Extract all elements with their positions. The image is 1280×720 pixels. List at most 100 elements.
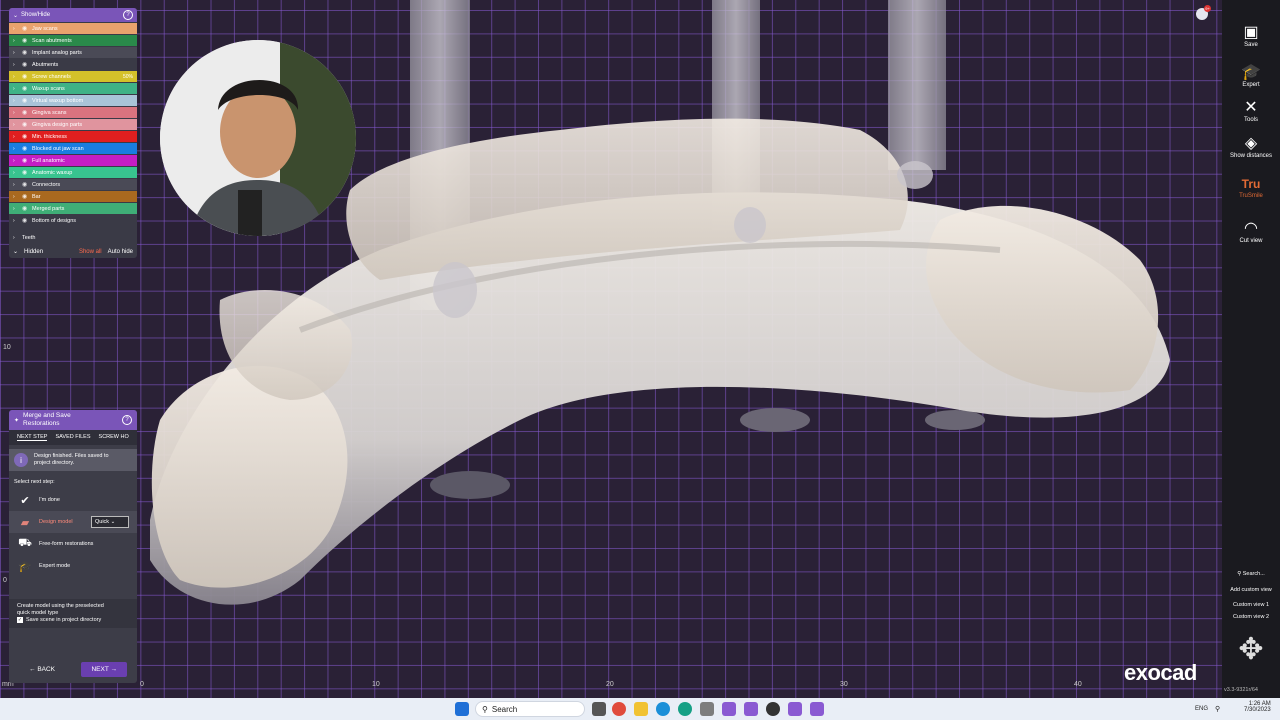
chevron-right-icon[interactable]: › [13, 74, 19, 80]
chevron-down-icon[interactable]: ⌄ [13, 248, 18, 255]
layer-row[interactable]: › ◉ Anatomic waxup [9, 167, 137, 178]
layer-row[interactable]: › ◉ Gingiva scans [9, 107, 137, 118]
chrome-icon[interactable] [612, 702, 626, 716]
chevron-right-icon[interactable]: › [13, 182, 19, 188]
layer-row[interactable]: › ◉ Bottom of designs [9, 215, 137, 226]
layer-row[interactable]: › ◉ Connectors [9, 179, 137, 190]
show-all-button[interactable]: Show all [79, 249, 102, 255]
layer-row[interactable]: › ◉ Implant analog parts [9, 47, 137, 58]
step-design-model[interactable]: ▰ Design model Quick ⌄ [9, 511, 137, 533]
eye-icon[interactable]: ◉ [22, 133, 29, 140]
app-icon[interactable] [656, 702, 670, 716]
obs-icon[interactable] [766, 702, 780, 716]
taskbar-search[interactable]: ⚲ Search [475, 701, 585, 717]
show-distances-button[interactable]: ◈ Show distances [1222, 135, 1280, 159]
next-button[interactable]: NEXT → [81, 662, 127, 677]
task-view-icon[interactable] [592, 702, 606, 716]
expert-button[interactable]: 🎓 Expert [1222, 64, 1280, 88]
tab-next-step[interactable]: NEXT STEP [17, 434, 48, 441]
eye-icon[interactable]: ◉ [22, 205, 29, 212]
trusmile-button[interactable]: Tru TruSmile [1222, 175, 1280, 199]
network-icon[interactable]: ⚲ [1215, 705, 1220, 713]
layer-row[interactable]: › ◉ Gingiva design parts [9, 119, 137, 130]
eye-icon[interactable]: ◉ [22, 109, 29, 116]
chevron-right-icon[interactable]: › [13, 158, 19, 164]
app-icon[interactable] [700, 702, 714, 716]
custom-view-1-button[interactable]: Custom view 1 [1222, 602, 1280, 608]
file-explorer-icon[interactable] [634, 702, 648, 716]
eye-icon[interactable]: ◉ [22, 181, 29, 188]
cut-view-button[interactable]: ◠ Cut view [1222, 220, 1280, 244]
opacity-value[interactable]: 50% [123, 74, 133, 80]
help-icon[interactable]: ? [123, 10, 133, 20]
back-button[interactable]: ← BACK [19, 662, 65, 677]
help-icon[interactable]: ? [122, 415, 132, 425]
chevron-right-icon[interactable]: › [13, 218, 19, 224]
exocad-app-icon[interactable] [788, 702, 802, 716]
layer-row[interactable]: › ◉ Blocked out jaw scan [9, 143, 137, 154]
eye-icon[interactable]: ◉ [22, 145, 29, 152]
chevron-right-icon[interactable]: › [13, 98, 19, 104]
chevron-right-icon[interactable]: › [13, 146, 19, 152]
tab-screw-holes[interactable]: SCREW HO [99, 434, 129, 441]
notification-avatar[interactable]: 9+ [1196, 5, 1211, 20]
chevron-right-icon[interactable]: › [13, 38, 19, 44]
step-expert-mode[interactable]: 🎓 Expert mode [9, 555, 137, 577]
layer-row[interactable]: › ◉ Abutments [9, 59, 137, 70]
chevron-right-icon[interactable]: › [13, 26, 19, 32]
view-cube-icon[interactable]: ✥ [1222, 632, 1280, 667]
layer-row[interactable]: › ◉ Virtual waxup bottom [9, 95, 137, 106]
start-icon[interactable] [455, 702, 469, 716]
layer-row[interactable]: › ◉ Waxup scans [9, 83, 137, 94]
eye-icon[interactable]: ◉ [22, 193, 29, 200]
edge-icon[interactable] [678, 702, 692, 716]
eye-icon[interactable]: ◉ [22, 73, 29, 80]
tools-button[interactable]: ✕ Tools [1222, 99, 1280, 123]
layer-row[interactable]: › ◉ Merged parts [9, 203, 137, 214]
layer-row[interactable]: › ◉ Full anatomic [9, 155, 137, 166]
eye-icon[interactable]: ◉ [22, 85, 29, 92]
eye-icon[interactable]: ◉ [22, 157, 29, 164]
custom-view-2-button[interactable]: Custom view 2 [1222, 614, 1280, 620]
language-indicator[interactable]: ENG [1195, 706, 1208, 712]
chevron-right-icon[interactable]: › [13, 235, 19, 241]
exocad-app-icon[interactable] [810, 702, 824, 716]
eye-icon[interactable]: ◉ [22, 25, 29, 32]
chevron-right-icon[interactable]: › [13, 170, 19, 176]
chevron-right-icon[interactable]: › [13, 110, 19, 116]
eye-icon[interactable]: ◉ [22, 37, 29, 44]
chevron-right-icon[interactable]: › [13, 122, 19, 128]
clock[interactable]: 1:26 AM 7/30/2023 [1244, 701, 1271, 713]
model-type-select[interactable]: Quick ⌄ [91, 516, 129, 528]
eye-icon[interactable]: ◉ [22, 217, 29, 224]
chevron-right-icon[interactable]: › [13, 134, 19, 140]
save-scene-checkbox[interactable]: ✓ [17, 617, 23, 623]
step-im-done[interactable]: ✔ I'm done [9, 489, 137, 511]
step-free-form[interactable]: ⛟ Free-form restorations [9, 533, 137, 555]
tab-saved-files[interactable]: SAVED FILES [55, 434, 90, 441]
show-hide-header[interactable]: ⌄ Show/Hide ? [9, 8, 137, 22]
chevron-right-icon[interactable]: › [13, 62, 19, 68]
chevron-right-icon[interactable]: › [13, 206, 19, 212]
layer-row[interactable]: › ◉ Scan abutments [9, 35, 137, 46]
layer-row[interactable]: › Teeth [9, 232, 137, 243]
exocad-app-icon[interactable] [744, 702, 758, 716]
exocad-app-icon[interactable] [722, 702, 736, 716]
eye-icon[interactable]: ◉ [22, 169, 29, 176]
eye-icon[interactable]: ◉ [22, 49, 29, 56]
layer-row[interactable]: › ◉ Screw channels 50% [9, 71, 137, 82]
add-custom-view-button[interactable]: Add custom view [1222, 587, 1280, 593]
eye-icon[interactable]: ◉ [22, 97, 29, 104]
auto-hide-button[interactable]: Auto hide [108, 249, 133, 255]
chevron-right-icon[interactable]: › [13, 86, 19, 92]
layer-row[interactable]: › ◉ Jaw scans [9, 23, 137, 34]
chevron-down-icon[interactable]: ⌄ [13, 12, 18, 19]
eye-icon[interactable]: ◉ [22, 121, 29, 128]
save-button[interactable]: ▣ Save [1222, 24, 1280, 48]
chevron-right-icon[interactable]: › [13, 194, 19, 200]
eye-icon[interactable]: ◉ [22, 61, 29, 68]
view-search[interactable]: ⚲ Search... [1222, 571, 1280, 577]
layer-row[interactable]: › ◉ Min. thickness [9, 131, 137, 142]
layer-row[interactable]: › ◉ Bar [9, 191, 137, 202]
chevron-right-icon[interactable]: › [13, 50, 19, 56]
